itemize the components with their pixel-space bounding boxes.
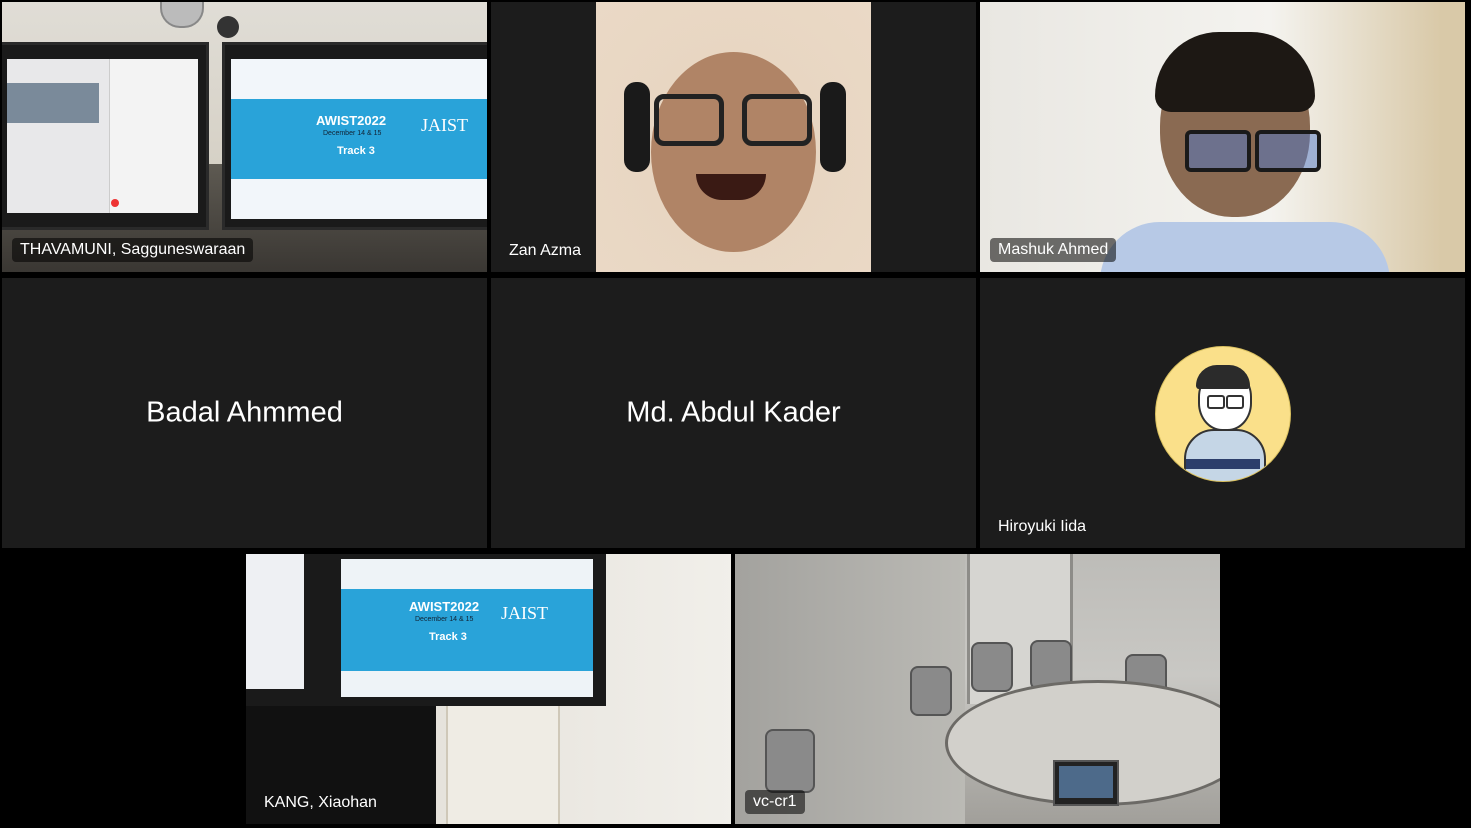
slide-subtitle: December 14 & 15	[323, 130, 382, 137]
avatar-body	[1184, 429, 1266, 481]
chair	[765, 729, 815, 793]
room-door	[446, 704, 560, 824]
screen-video-thumbnail	[7, 83, 99, 123]
glasses-left-lens	[654, 94, 724, 146]
participant-hair	[1155, 32, 1315, 112]
laptop	[1053, 760, 1119, 806]
avatar-hair	[1196, 365, 1250, 389]
video-tile-thavamuni[interactable]: AWIST2022 December 14 & 15 Track 3 JAIST…	[2, 2, 487, 272]
slide-logo: JAIST	[421, 115, 469, 135]
slide-title: AWIST2022	[316, 113, 387, 128]
screen-sidebar	[109, 59, 198, 213]
glasses-right-lens	[742, 94, 812, 146]
participant-video	[596, 2, 871, 272]
laptop-screen	[1059, 766, 1113, 798]
slide-subtitle: December 14 & 15	[415, 616, 474, 623]
participant-face	[651, 52, 816, 252]
slide-track: Track 3	[429, 631, 467, 643]
participant-name: Zan Azma	[509, 242, 582, 259]
glasses-right-lens	[1255, 130, 1321, 172]
slide-logo: JAIST	[501, 603, 549, 623]
monitor: AWIST2022 December 14 & 15 Track 3 JAIST	[246, 554, 606, 706]
chair	[910, 666, 952, 716]
avatar-belt	[1186, 459, 1260, 469]
screen-leave-dot	[111, 199, 119, 207]
headphone-left	[624, 82, 650, 172]
glasses-left-lens	[1185, 130, 1251, 172]
video-tile-abdul-kader[interactable]: Md. Abdul Kader	[491, 278, 976, 548]
monitor-screen-left	[246, 554, 304, 689]
chair	[971, 642, 1013, 692]
slide-banner: AWIST2022 December 14 & 15 Track 3 JAIST	[231, 99, 487, 179]
headphone-right	[820, 82, 846, 172]
video-tile-badal-ahmmed[interactable]: Badal Ahmmed	[2, 278, 487, 548]
participant-name: KANG, Xiaohan	[264, 794, 377, 811]
participant-name: vc-cr1	[745, 790, 805, 814]
participant-name-center: Badal Ahmmed	[146, 396, 343, 429]
left-monitor-screen	[7, 59, 198, 213]
participant-name: Hiroyuki Iida	[998, 518, 1087, 535]
right-monitor: AWIST2022 December 14 & 15 Track 3 JAIST	[222, 42, 487, 230]
video-tile-kang-xiaohan[interactable]: AWIST2022 December 14 & 15 Track 3 JAIST…	[246, 554, 731, 824]
left-monitor	[2, 42, 209, 230]
video-tile-vc-cr1[interactable]: vc-cr1	[735, 554, 1220, 824]
video-tile-mashuk-ahmed[interactable]: Mashuk Ahmed	[980, 2, 1465, 272]
participant-name: THAVAMUNI, Sagguneswaraan	[12, 238, 254, 262]
video-tile-hiroyuki-iida[interactable]: Hiroyuki Iida	[980, 278, 1465, 548]
slide-banner: AWIST2022 December 14 & 15 Track 3 JAIST	[341, 589, 593, 671]
avatar-glasses-left	[1207, 395, 1225, 409]
participant-shirt	[1100, 222, 1390, 272]
right-monitor-screen: AWIST2022 December 14 & 15 Track 3 JAIST	[231, 59, 487, 219]
video-tile-zan-azma[interactable]: Zan Azma	[491, 2, 976, 272]
avatar-glasses-right	[1226, 395, 1244, 409]
avatar	[1155, 346, 1291, 482]
participant-name-center: Md. Abdul Kader	[626, 396, 841, 429]
participant-name: Mashuk Ahmed	[990, 238, 1117, 262]
slide-title: AWIST2022	[409, 599, 480, 614]
monitor-screen-right: AWIST2022 December 14 & 15 Track 3 JAIST	[341, 559, 593, 697]
slide-track: Track 3	[337, 145, 375, 157]
room-camera	[217, 16, 239, 38]
